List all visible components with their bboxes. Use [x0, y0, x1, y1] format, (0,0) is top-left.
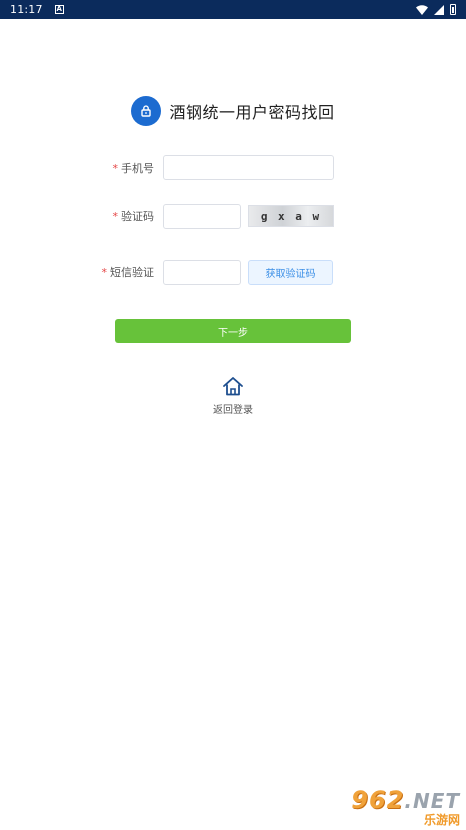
status-icons: [416, 4, 456, 15]
phone-input[interactable]: [163, 155, 334, 180]
required-mark: *: [112, 162, 119, 175]
home-icon: [223, 377, 243, 396]
watermark-number: 962: [351, 786, 405, 814]
page-header: 酒钢统一用户密码找回: [0, 96, 466, 126]
required-mark: *: [112, 210, 119, 223]
lock-icon: [131, 96, 162, 126]
signal-icon: [434, 4, 444, 15]
sms-label-text: 短信验证: [110, 266, 154, 279]
captcha-label-text: 验证码: [121, 210, 154, 223]
back-to-login-link[interactable]: 返回登录: [203, 375, 263, 416]
get-sms-code-button[interactable]: 获取验证码: [248, 260, 333, 285]
password-recovery-page: 11:17 A 酒钢统一用户密码找回 * 手机号 * 验证码 g x a w * 短信…: [0, 0, 466, 830]
battery-icon: [450, 4, 456, 15]
captcha-label: * 验证码: [100, 208, 155, 224]
required-mark: *: [101, 266, 108, 279]
phone-label: * 手机号: [100, 160, 155, 176]
page-title: 酒钢统一用户密码找回: [169, 103, 335, 122]
site-watermark: 962.NET 乐游网: [351, 786, 460, 828]
captcha-input[interactable]: [163, 204, 241, 229]
phone-label-text: 手机号: [121, 162, 154, 175]
sms-code-input[interactable]: [163, 260, 241, 285]
watermark-suffix: .NET: [404, 789, 460, 813]
watermark-logo: 962.NET: [351, 786, 460, 814]
status-time: 11:17: [10, 3, 43, 16]
wifi-icon: [416, 4, 428, 15]
captcha-image[interactable]: g x a w: [248, 205, 334, 227]
notification-a-icon: A: [54, 5, 64, 14]
next-step-button[interactable]: 下一步: [115, 319, 351, 343]
sms-label: * 短信验证: [90, 264, 155, 280]
status-bar: 11:17 A: [0, 0, 466, 19]
back-to-login-label: 返回登录: [213, 405, 253, 416]
watermark-cn: 乐游网: [423, 813, 460, 827]
